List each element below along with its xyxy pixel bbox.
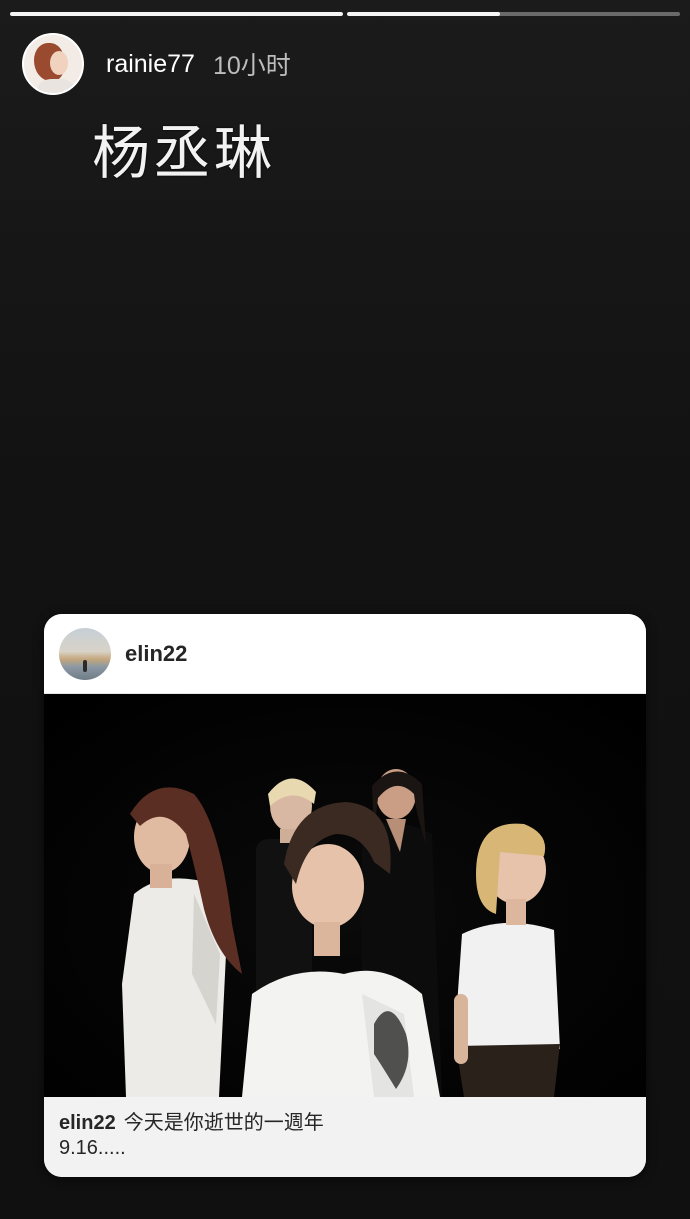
- profile-avatar[interactable]: [22, 33, 84, 95]
- shared-post-card[interactable]: elin22 elin22 今天是你逝世的一週年 9.16.....: [44, 614, 646, 1177]
- caption-text-line2: 9.16.....: [59, 1137, 126, 1159]
- story-header: rainie77 10小时: [22, 33, 291, 95]
- story-timestamp: 10小时: [212, 52, 291, 80]
- story-username[interactable]: rainie77: [106, 50, 195, 79]
- shared-post-username: elin22: [125, 640, 188, 666]
- story-text-sticker: 杨丞琳: [92, 119, 276, 187]
- group-photo-image: [44, 694, 646, 1097]
- progress-segment-2: [347, 12, 680, 16]
- caption-text-line1: 今天是你逝世的一週年: [123, 1112, 324, 1134]
- shared-post-photo: [44, 694, 646, 1097]
- story-progress-bars: [10, 12, 680, 16]
- story-viewer[interactable]: rainie77 10小时 杨丞琳 elin22 elin22 今天是你逝世的一…: [0, 0, 690, 1219]
- shared-post-header: elin22: [44, 614, 646, 694]
- caption-username: elin22: [59, 1112, 116, 1134]
- progress-segment-1: [10, 12, 343, 16]
- shared-post-caption: elin22 今天是你逝世的一週年 9.16.....: [44, 1097, 646, 1177]
- shared-post-avatar: [59, 627, 111, 680]
